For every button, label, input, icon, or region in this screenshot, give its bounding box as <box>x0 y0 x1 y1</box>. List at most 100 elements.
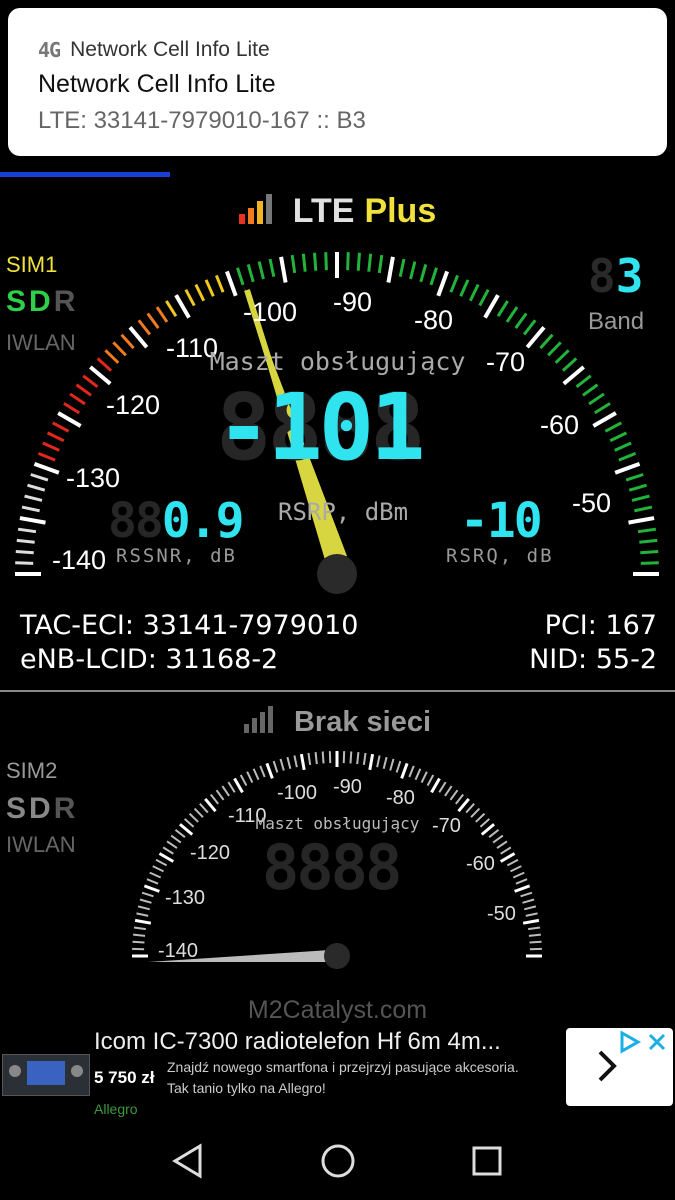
gauge-tick <box>279 758 285 771</box>
scale-label: -50 <box>572 488 612 518</box>
ad-line1: Znajdź nowego smartfona i przejrzyj pasu… <box>167 1059 519 1075</box>
gauge-tick <box>631 494 650 502</box>
gauge-tick <box>377 254 384 274</box>
back-icon[interactable] <box>170 1142 206 1180</box>
gauge-tick <box>257 261 265 280</box>
gauge-tick <box>524 905 537 911</box>
tac-eci-row: TAC-ECI: 33141-7979010 <box>20 610 358 641</box>
gauge-tick <box>236 267 245 286</box>
footer-brand[interactable]: M2Catalyst.com <box>0 996 675 1025</box>
scale-label: -120 <box>106 390 161 420</box>
gauge-tick <box>204 797 217 813</box>
rssnr-display: 880.9 <box>108 493 244 549</box>
gauge-tick <box>204 279 215 297</box>
ad-title[interactable]: Icom IC-7300 radiotelefon Hf 6m 4m... <box>94 1028 501 1056</box>
notification-card[interactable]: 4G Network Cell Info Lite Network Cell I… <box>8 8 667 156</box>
gauge-tick <box>429 267 438 286</box>
gauge-pivot <box>317 554 357 594</box>
gauge-tick <box>408 765 415 778</box>
gauge-tick <box>152 865 164 873</box>
gauge-tick <box>515 878 528 885</box>
rsrp-label: RSRP, dBm <box>278 498 409 526</box>
scale-label: -50 <box>487 903 516 925</box>
notification-title: Network Cell Info Lite <box>38 70 276 98</box>
gauge-tick <box>166 840 178 849</box>
gauge-tick <box>252 768 260 781</box>
gauge-tick <box>30 473 49 482</box>
gauge-tick <box>24 494 43 502</box>
recent-apps-icon[interactable] <box>470 1144 504 1178</box>
scale-label: -80 <box>414 305 454 335</box>
gauge-tick <box>398 258 406 277</box>
gauge-tick <box>628 483 647 492</box>
gauge-tick <box>419 264 428 283</box>
gauge-tick <box>400 762 409 779</box>
scale-label: -120 <box>190 842 231 864</box>
gauge-tick <box>356 752 360 765</box>
gauge-tick <box>346 252 350 271</box>
rssnr-label: RSSNR, dB <box>116 545 237 567</box>
gauge-tick <box>155 858 168 867</box>
scale-label: -130 <box>165 887 206 909</box>
gauge-tick <box>314 752 318 765</box>
gauge-tick <box>324 252 328 271</box>
navigation-bar <box>0 1120 675 1200</box>
gauge-tick <box>414 768 422 781</box>
gauge-tick <box>420 771 428 783</box>
gauge-tick <box>496 840 508 849</box>
gauge-tick <box>614 441 632 452</box>
gauge-tick <box>640 561 659 565</box>
signal-bars-icon <box>238 194 272 224</box>
gauge-tick <box>506 858 519 867</box>
loading-progress-bar <box>0 172 170 177</box>
gauge-tick <box>301 253 307 272</box>
gauge-tick <box>527 926 541 931</box>
ad-choices-icon[interactable] <box>618 1030 672 1056</box>
gauge-tick <box>51 421 70 433</box>
gauge-tick <box>146 878 159 885</box>
gauge-tick <box>221 785 230 797</box>
gauge-tick <box>514 884 531 893</box>
scale-label: -140 <box>158 940 199 962</box>
gauge-tick <box>604 421 623 433</box>
gauge-tick <box>386 256 395 283</box>
gauge-tick <box>522 898 535 904</box>
gauge-tick <box>575 374 592 389</box>
gauge-pivot <box>324 943 350 969</box>
gauge-tick <box>496 300 509 317</box>
nid-row: NID: 55-2 <box>529 644 657 675</box>
pci-row: PCI: 167 <box>545 610 657 641</box>
sim2-status: Brak sieci <box>293 706 432 738</box>
rsrq-display: -10 <box>460 494 543 548</box>
sim1-technology-header: LTE Plus <box>0 192 675 231</box>
gauge-tick <box>349 751 353 764</box>
gauge-tick <box>438 781 447 793</box>
gauge-tick <box>149 871 162 879</box>
gauge-tick <box>483 294 500 319</box>
gauge-tick <box>430 777 441 794</box>
gauge-tick <box>133 933 146 937</box>
gauge-tick <box>224 270 238 297</box>
gauge-tick <box>146 312 160 329</box>
gauge-tick <box>246 264 255 283</box>
scale-label: -80 <box>386 787 415 809</box>
notification-app-name: Network Cell Info Lite <box>70 38 270 61</box>
gauge-tick <box>426 774 435 787</box>
gauge-tick <box>520 891 533 898</box>
gauge-tick <box>293 755 298 768</box>
gauge-tick <box>321 751 325 764</box>
enb-lcid-row: eNB-LCID: 31168-2 <box>20 644 278 675</box>
tac-eci-value: 33141-7979010 <box>142 610 359 641</box>
gauge-tick <box>582 383 599 397</box>
gauge-tick <box>512 871 525 879</box>
gauge-tick <box>42 441 60 452</box>
gauge-tick <box>268 258 276 277</box>
gauge-tick <box>588 392 605 406</box>
home-icon[interactable] <box>319 1142 357 1180</box>
gauge-tick <box>210 793 219 805</box>
nid-value: 55-2 <box>595 644 657 675</box>
gauge-tick <box>165 300 178 317</box>
scale-label: -100 <box>243 297 298 327</box>
gauge-tick <box>444 785 453 797</box>
gauge-tick <box>478 288 490 307</box>
